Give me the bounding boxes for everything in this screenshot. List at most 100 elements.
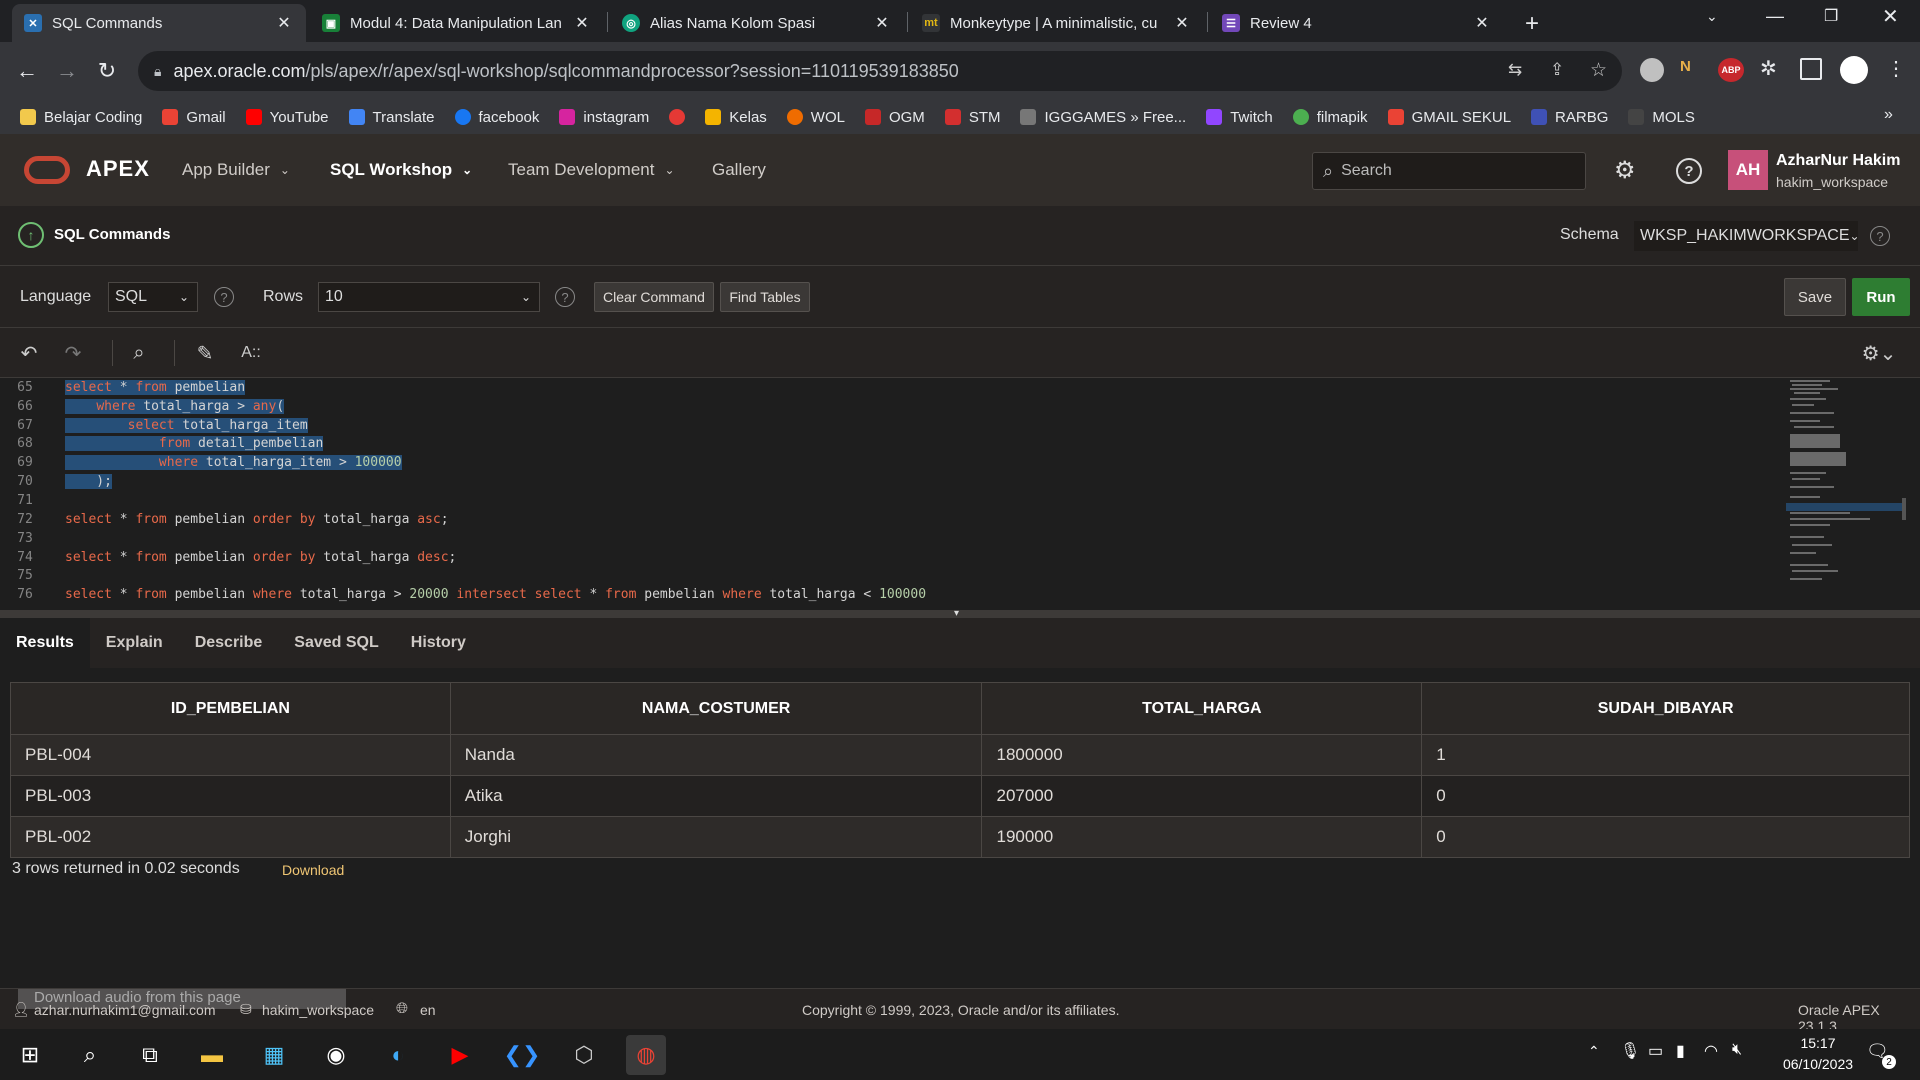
microphone-icon[interactable]: 🎙︎	[1620, 1041, 1640, 1061]
browser-tab-monkeytype[interactable]: mt Monkeytype | A minimalistic, cu ✕	[910, 4, 1204, 42]
close-icon[interactable]: ✕	[572, 13, 592, 33]
schema-select[interactable]: WKSP_HAKIMWORKSPACE ⌄	[1634, 221, 1860, 251]
new-tab-plus-icon[interactable]: +	[1516, 8, 1548, 40]
footer-language[interactable]: en	[420, 1002, 436, 1018]
save-button[interactable]: Save	[1784, 278, 1846, 316]
whatsapp-icon[interactable]: ◉	[316, 1035, 356, 1075]
tab-explain[interactable]: Explain	[90, 618, 179, 668]
avatar[interactable]: AH	[1728, 150, 1768, 190]
edge-icon[interactable]: ◐	[378, 1035, 418, 1075]
bookmark-gmail-sekul[interactable]: GMAIL SEKUL	[1387, 109, 1511, 126]
menu-sql-workshop[interactable]: SQL Workshop ⌄	[330, 134, 472, 206]
browser-tab-sql-commands[interactable]: ✕ SQL Commands ✕	[12, 4, 306, 42]
oracle-logo-icon[interactable]	[24, 156, 70, 184]
tab-saved-sql[interactable]: Saved SQL	[278, 618, 394, 668]
clock-time[interactable]: 15:17	[1788, 1035, 1848, 1051]
bookmark-rarbg[interactable]: RARBG	[1531, 109, 1608, 126]
bookmark-mols[interactable]: MOLS	[1628, 109, 1695, 126]
run-button[interactable]: Run	[1852, 278, 1910, 316]
tab-results[interactable]: Results	[0, 618, 90, 668]
clear-command-button[interactable]: Clear Command	[594, 282, 714, 312]
undo-icon[interactable]: ↶	[14, 338, 44, 368]
sql-editor[interactable]: 65 66 67 68 69 70 71 72 73 74 75 76 sele…	[0, 378, 1920, 610]
bookmark-star-icon[interactable]: ☆	[1590, 59, 1607, 82]
reload-icon[interactable]: ↻	[90, 54, 124, 88]
help-icon[interactable]: ?	[1870, 226, 1890, 246]
settings-gear-icon[interactable]: ⚙⌄	[1856, 338, 1902, 368]
rows-select[interactable]: 10 ⌄	[318, 282, 540, 312]
youtube-app-icon[interactable]: ▶	[440, 1035, 480, 1075]
browser-tab-alias[interactable]: ◎ Alias Nama Kolom Spasi ✕	[610, 4, 904, 42]
tab-describe[interactable]: Describe	[179, 618, 279, 668]
url-omnibox[interactable]: 🔒︎ apex.oracle.com/pls/apex/r/apex/sql-w…	[138, 51, 1622, 91]
file-explorer-icon[interactable]: ▬	[192, 1035, 232, 1075]
up-arrow-icon[interactable]: ↑	[18, 222, 44, 248]
side-panel-icon[interactable]	[1800, 58, 1822, 80]
kebab-menu-icon[interactable]: ⋮	[1886, 56, 1906, 81]
help-icon[interactable]: ?	[214, 287, 234, 307]
download-link[interactable]: Download	[282, 862, 344, 878]
editor-results-splitter[interactable]: ▾	[0, 608, 1920, 619]
adblock-icon[interactable]: ABP	[1718, 58, 1744, 82]
back-arrow-icon[interactable]: ←	[10, 54, 44, 88]
close-icon[interactable]: ✕	[872, 13, 892, 33]
bookmark-kelas[interactable]: Kelas	[705, 109, 767, 126]
microsoft-store-icon[interactable]: ▦	[254, 1035, 294, 1075]
wrench-icon[interactable]: ✎	[190, 338, 220, 368]
find-tables-button[interactable]: Find Tables	[720, 282, 810, 312]
bookmark-facebook[interactable]: facebook	[454, 109, 539, 126]
bookmark-wol[interactable]: WOL	[786, 109, 845, 126]
bookmark-ogm[interactable]: OGM	[864, 109, 925, 126]
show-hidden-icons-chevron-icon[interactable]: ⌃	[1588, 1043, 1600, 1060]
user-admin-icon[interactable]: ⚙	[1614, 156, 1636, 185]
bookmark-stm[interactable]: STM	[944, 109, 1000, 126]
tab-history[interactable]: History	[395, 618, 482, 668]
close-icon[interactable]: ✕	[274, 13, 294, 33]
extension-icon[interactable]	[1640, 58, 1664, 82]
vscode-icon[interactable]: ❮❯	[502, 1035, 542, 1075]
apex-logo-text[interactable]: APEX	[86, 156, 150, 182]
chrome-icon[interactable]: ◍	[626, 1035, 666, 1075]
redo-icon[interactable]: ↷	[58, 338, 88, 368]
menu-app-builder[interactable]: App Builder ⌄	[182, 134, 290, 206]
share-icon[interactable]: ⇪	[1550, 60, 1564, 80]
user-name[interactable]: AzharNur Hakim	[1776, 152, 1900, 170]
wifi-icon[interactable]: ◠	[1704, 1041, 1718, 1061]
bookmark-igggames[interactable]: IGGGAMES » Free...	[1020, 109, 1186, 126]
browser-tab-modul4[interactable]: ▣ Modul 4: Data Manipulation Lan ✕	[310, 4, 604, 42]
bookmark-instagram[interactable]: instagram	[559, 109, 649, 126]
bookmark-filmapik[interactable]: filmapik	[1292, 109, 1368, 126]
extensions-puzzle-icon[interactable]: ✲	[1760, 56, 1777, 81]
speaker-muted-icon[interactable]: 🔇︎	[1732, 1041, 1742, 1059]
language-select[interactable]: SQL ⌄	[108, 282, 198, 312]
font-size-icon[interactable]: A::	[236, 338, 266, 368]
close-icon[interactable]: ✕	[1472, 13, 1492, 33]
bookmark-twitch[interactable]: Twitch	[1206, 109, 1273, 126]
bookmark-youtube[interactable]: YouTube	[245, 109, 329, 126]
apex-search-input[interactable]: ⌕ Search	[1312, 152, 1586, 190]
editor-minimap[interactable]	[1786, 378, 1906, 610]
forward-arrow-icon[interactable]: →	[50, 54, 84, 88]
minimize-window-icon[interactable]: —	[1766, 6, 1784, 27]
extension-n-icon[interactable]: N	[1680, 58, 1704, 82]
windows-start-icon[interactable]: ⊞	[10, 1035, 50, 1075]
battery-icon[interactable]: ▮	[1676, 1041, 1685, 1061]
bookmark-translate[interactable]: Translate	[348, 109, 435, 126]
profile-avatar-icon[interactable]	[1840, 56, 1868, 84]
search-icon[interactable]: ⌕	[124, 338, 154, 368]
close-icon[interactable]: ✕	[1172, 13, 1192, 33]
translate-icon[interactable]: ⇆	[1508, 60, 1522, 80]
unity-icon[interactable]: ⬡	[564, 1035, 604, 1075]
bookmark-belajar-coding[interactable]: Belajar Coding	[20, 109, 142, 126]
search-icon[interactable]: ⌕	[70, 1035, 110, 1075]
help-icon[interactable]: ?	[555, 287, 575, 307]
task-view-icon[interactable]: ⧉	[130, 1035, 170, 1075]
bookmark-infinity[interactable]	[669, 109, 693, 125]
restore-window-icon[interactable]: ❐	[1824, 6, 1838, 26]
help-icon[interactable]: ?	[1676, 158, 1702, 184]
bookmark-gmail[interactable]: Gmail	[162, 109, 226, 126]
clock-date[interactable]: 06/10/2023	[1770, 1056, 1866, 1072]
browser-tab-review4[interactable]: ☰ Review 4 ✕	[1210, 4, 1504, 42]
display-icon[interactable]: ▭	[1648, 1041, 1663, 1061]
menu-gallery[interactable]: Gallery	[712, 134, 766, 206]
